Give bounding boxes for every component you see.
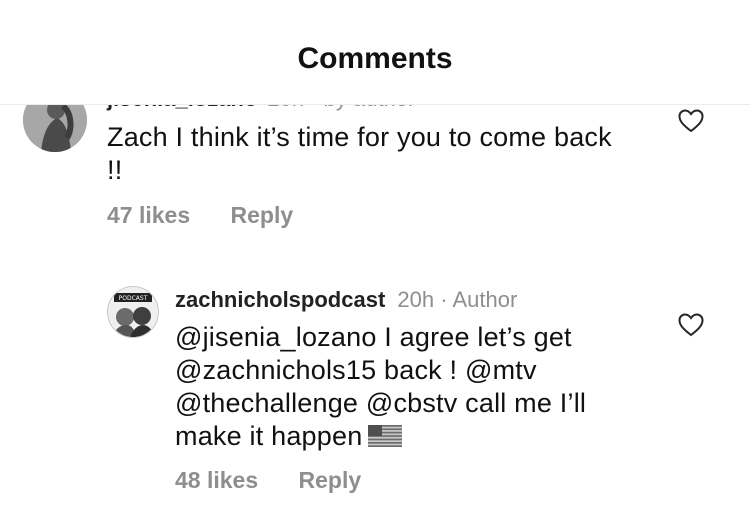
reply-button[interactable]: Reply [231, 202, 294, 228]
heart-icon[interactable] [678, 109, 704, 133]
comments-header: Comments [0, 0, 750, 105]
heart-icon[interactable] [678, 313, 704, 337]
comment-time: 20h [397, 287, 435, 312]
reply-button[interactable]: Reply [299, 467, 362, 493]
comment-text: @jisenia_lozano I agree let’s get @zachn… [175, 321, 645, 453]
comment-text: Zach I think it’s time for you to come b… [107, 122, 612, 185]
comment-actions: 48 likes Reply [175, 467, 395, 494]
username[interactable]: zachnicholspodcast [175, 287, 385, 312]
likes-count[interactable]: 47 likes [107, 202, 190, 228]
page-title: Comments [297, 42, 453, 75]
svg-text:PODCAST: PODCAST [119, 295, 148, 302]
author-badge: · Author [440, 287, 518, 312]
reply-header: zachnicholspodcast 20h · Author [175, 287, 517, 313]
comment-actions: 47 likes Reply [107, 202, 327, 229]
us-flag-emoji [368, 422, 403, 447]
avatar[interactable]: PODCAST [107, 286, 159, 338]
likes-count[interactable]: 48 likes [175, 467, 258, 493]
